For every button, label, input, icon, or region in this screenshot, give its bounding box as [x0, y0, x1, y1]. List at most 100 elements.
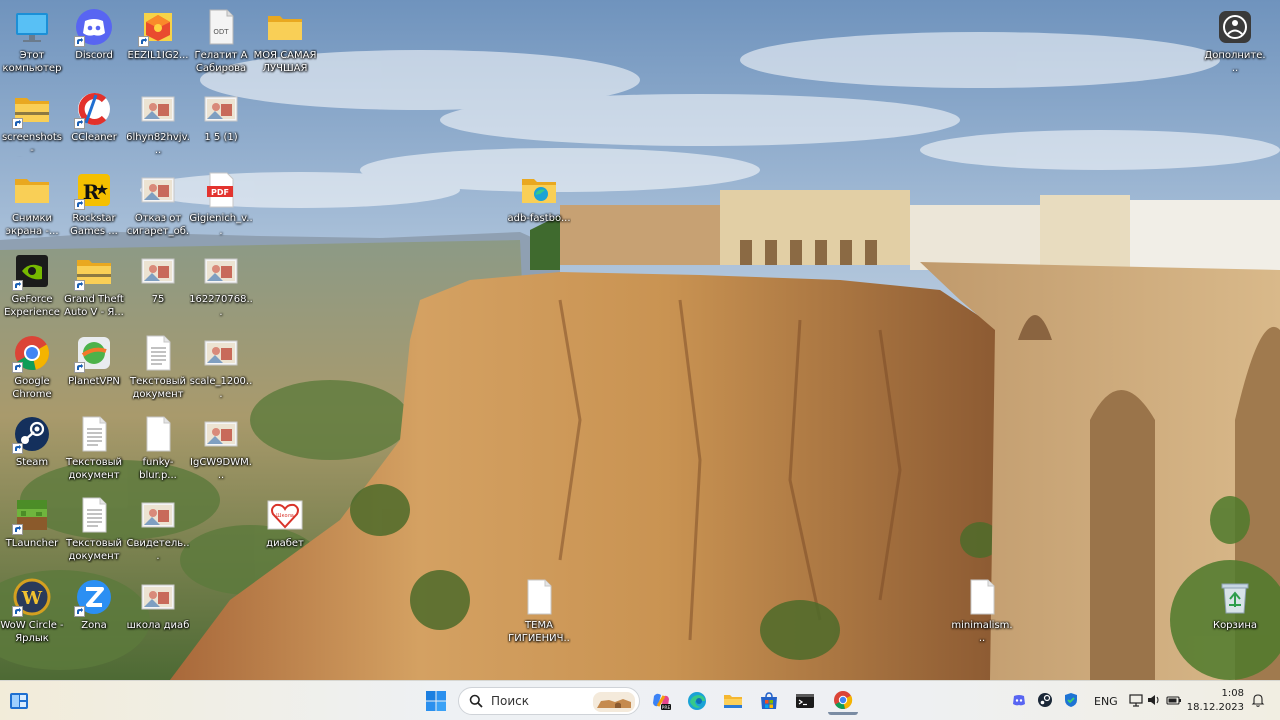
chrome-taskbar-button[interactable]: [828, 687, 858, 715]
desktop-icon-chrome[interactable]: Google Chrome: [0, 329, 64, 409]
edge-icon: [688, 692, 706, 710]
desktop-icon-otkaz[interactable]: Отказ от сигарет_об...: [126, 166, 190, 246]
desktop-icon-recycle-bin[interactable]: Корзина: [1203, 573, 1267, 653]
terminal-icon: [796, 694, 814, 708]
windows-logo-icon: [426, 691, 446, 711]
desktop-icon-diabet[interactable]: Школа диабет: [253, 491, 317, 571]
tlauncher-icon: [12, 495, 52, 535]
edge-button[interactable]: [682, 687, 712, 715]
shortcut-arrow-icon: [12, 606, 23, 617]
image-file-icon: [138, 577, 178, 617]
desktop-icon-file-15[interactable]: 1 5 (1): [189, 85, 253, 165]
file-explorer-button[interactable]: [718, 687, 748, 715]
tray-discord-icon[interactable]: [1011, 692, 1027, 708]
folder-icon: [724, 695, 742, 708]
desktop-icon-label: scale_1200...: [189, 376, 253, 400]
store-button[interactable]: [754, 687, 784, 715]
battery-icon[interactable]: [1166, 692, 1182, 708]
desktop-icon-steam[interactable]: Steam: [0, 410, 64, 490]
desktop-icon-geforce[interactable]: GeForce Experience: [0, 247, 64, 327]
chrome-icon: [834, 690, 853, 709]
desktop-icon-label: IgCW9DWM...: [190, 457, 252, 481]
start-button[interactable]: [421, 687, 451, 715]
notification-bell-icon[interactable]: [1250, 692, 1266, 708]
desktop-icon-pdf-file[interactable]: PDF Gigienich_v...: [189, 166, 253, 246]
language-indicator[interactable]: ENG: [1094, 695, 1118, 708]
desktop-icon-wow-circle[interactable]: W WoW Circle - Ярлык: [0, 573, 64, 653]
copilot-button[interactable]: PRE: [646, 687, 676, 715]
desktop-icon-label: PlanetVPN: [68, 376, 120, 387]
desktop-icon-gta5[interactable]: Grand Theft Auto V - Я...: [62, 247, 126, 327]
svg-text:W: W: [21, 588, 43, 609]
text-document-icon: [74, 495, 114, 535]
desktop-icon-this-pc[interactable]: Этот компьютер: [0, 3, 64, 83]
desktop-icon-odt-file[interactable]: ODT Гелатит А Сабирова: [189, 3, 253, 83]
shortcut-arrow-icon: [74, 362, 85, 373]
widgets-button[interactable]: [4, 687, 34, 715]
desktop-icon-igcw[interactable]: IgCW9DWM...: [189, 410, 253, 490]
desktop-icon-label: Grand Theft Auto V - Я...: [64, 294, 124, 318]
taskbar: PRE: [0, 680, 1280, 720]
desktop-icon-txt-1[interactable]: Текстовый документ: [62, 491, 126, 571]
desktop-icon-label: TLauncher: [5, 538, 59, 549]
recycle-bin-icon: [1215, 577, 1255, 617]
desktop-icon-folder-moya[interactable]: МОЯ САМАЯ ЛУЧШАЯ Ж...: [253, 3, 317, 83]
widgets-icon: [10, 693, 28, 709]
search-input[interactable]: [491, 694, 591, 708]
image-file-icon: [138, 495, 178, 535]
desktop-icon-label: adb-fastbo...: [507, 213, 571, 224]
tray-steam-icon[interactable]: [1037, 692, 1053, 708]
desktop-icon-txt-2[interactable]: Текстовый документ (2): [62, 410, 126, 490]
desktop-icon-funky-blur[interactable]: funky-blur.p...: [126, 410, 190, 490]
desktop-icon-label: диабет: [266, 538, 304, 549]
shortcut-arrow-icon: [12, 524, 23, 535]
desktop-icon-shkola[interactable]: школа диаб: [126, 573, 190, 653]
desktop-icon-img-75[interactable]: 75: [126, 247, 190, 327]
desktop-icon-rockstar[interactable]: R Rockstar Games ...: [62, 166, 126, 246]
text-document-icon: [138, 333, 178, 373]
desktop-icon-label: Gigienich_v...: [189, 213, 253, 237]
desktop-icon-planetvpn[interactable]: PlanetVPN: [62, 329, 126, 409]
folder-icon: [12, 170, 52, 210]
desktop-icon-zona[interactable]: Zona: [62, 573, 126, 653]
search-highlight-icon: [593, 692, 635, 712]
desktop-icon-6lhyn[interactable]: 6lhyn82hvjv...: [126, 85, 190, 165]
desktop-icon-screenshots-shortcut[interactable]: screenshots - Ярлык: [0, 85, 64, 165]
desktop-icon-label: ТЕМА ГИГИЕНИЧ...: [508, 620, 570, 644]
image-file-icon: [138, 251, 178, 291]
network-icon[interactable]: [1128, 692, 1144, 708]
desktop-icon-more-info[interactable]: Дополните... сведения о...: [1203, 3, 1267, 83]
desktop-icon-tema[interactable]: ТЕМА ГИГИЕНИЧ...: [507, 573, 571, 653]
desktop-icon-txt-3[interactable]: Текстовый документ (3): [126, 329, 190, 409]
svg-text:Школа: Школа: [276, 513, 294, 519]
desktop-icon-tlauncher[interactable]: TLauncher: [0, 491, 64, 571]
copilot-icon: PRE: [653, 693, 671, 711]
terminal-button[interactable]: [790, 687, 820, 715]
info-circle-icon: [1215, 7, 1255, 47]
desktop-icon-minimalism[interactable]: minimalism...: [950, 573, 1014, 653]
shortcut-arrow-icon: [12, 118, 23, 129]
clock-date: 18.12.2023: [1186, 702, 1244, 713]
desktop-icon-eezu[interactable]: EEZIL1IG2...: [126, 3, 190, 83]
desktop-icon-label: Этот компьютер: [2, 50, 62, 74]
desktop-icon-label: screenshots - Ярлык: [1, 132, 63, 156]
shortcut-arrow-icon: [12, 362, 23, 373]
desktop-icon-svidetel[interactable]: Свидетель...: [126, 491, 190, 571]
svg-text:ODT: ODT: [213, 28, 229, 36]
desktop-icon-adb-fastboot[interactable]: adb-fastbo...: [507, 166, 571, 246]
desktop-icon-label: школа диаб: [126, 620, 190, 631]
desktop-icon-scale-1200[interactable]: scale_1200...: [189, 329, 253, 409]
desktop-icon-discord[interactable]: Discord: [62, 3, 126, 83]
volume-icon[interactable]: [1146, 692, 1162, 708]
clock[interactable]: 1:08 18.12.2023: [1187, 687, 1244, 715]
tray-security-icon[interactable]: [1063, 692, 1079, 708]
search-box[interactable]: [458, 687, 640, 715]
desktop-icon-screen-snips[interactable]: Снимки экрана -...: [0, 166, 64, 246]
shortcut-arrow-icon: [74, 118, 85, 129]
desktop-icon-label: minimalism...: [951, 620, 1013, 644]
desktop-icon-img-1622[interactable]: 162270768...: [189, 247, 253, 327]
desktop-icon-ccleaner[interactable]: CCleaner: [62, 85, 126, 165]
image-file-icon: [201, 414, 241, 454]
desktop-icon-label: 6lhyn82hvjv...: [126, 132, 190, 156]
desktop-icon-label: Текстовый документ (3): [129, 376, 187, 400]
